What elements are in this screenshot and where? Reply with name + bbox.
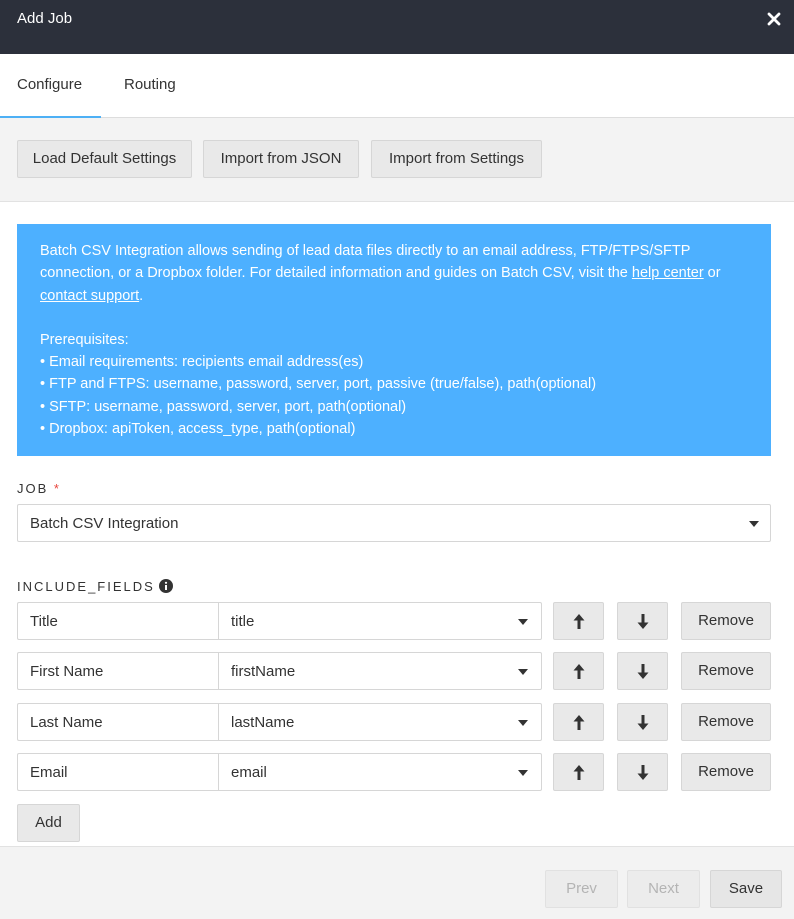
- prerequisites-title: Prerequisites:: [40, 331, 129, 348]
- move-down-button[interactable]: [617, 652, 668, 690]
- field-row-last-name: Last Name lastName Remove: [17, 703, 771, 741]
- caret-down-icon: [749, 521, 759, 527]
- move-up-button[interactable]: [553, 703, 604, 741]
- settings-toolbar: Load Default Settings Import from JSON I…: [0, 118, 794, 202]
- modal-title: Add Job: [17, 10, 73, 27]
- field-value-select[interactable]: title: [218, 602, 542, 640]
- next-button[interactable]: Next: [627, 870, 700, 908]
- field-value-select[interactable]: firstName: [218, 652, 542, 690]
- load-default-settings-button[interactable]: Load Default Settings: [17, 140, 192, 178]
- arrow-down-icon: [637, 664, 649, 679]
- field-value-text: lastName: [231, 714, 295, 731]
- arrow-up-icon: [573, 715, 585, 730]
- field-value-text: firstName: [231, 663, 296, 680]
- import-from-settings-button[interactable]: Import from Settings: [371, 140, 542, 178]
- move-up-button[interactable]: [553, 652, 604, 690]
- job-select-value: Batch CSV Integration: [30, 515, 179, 532]
- field-value-select[interactable]: email: [218, 753, 542, 791]
- tab-configure[interactable]: Configure: [0, 54, 101, 118]
- caret-down-icon: [518, 770, 528, 776]
- info-intro-text-3: .: [139, 287, 144, 304]
- field-value-select[interactable]: lastName: [218, 703, 542, 741]
- field-row-email: Email email Remove: [17, 753, 771, 791]
- job-label-text: JOB: [17, 481, 49, 496]
- caret-down-icon: [518, 619, 528, 625]
- field-row-title: Title title Remove: [17, 602, 771, 640]
- info-panel: Batch CSV Integration allows sending of …: [17, 224, 771, 456]
- required-marker: *: [53, 481, 61, 496]
- save-button[interactable]: Save: [710, 870, 782, 908]
- field-row-first-name: First Name firstName Remove: [17, 652, 771, 690]
- arrow-up-icon: [573, 664, 585, 679]
- help-center-link[interactable]: help center: [632, 265, 704, 281]
- field-label-input[interactable]: Title: [17, 602, 219, 640]
- info-intro: Batch CSV Integration allows sending of …: [40, 240, 751, 307]
- info-intro-text: Batch CSV Integration allows sending of …: [40, 243, 691, 282]
- prerequisite-item: • Dropbox: apiToken, access_type, path(o…: [40, 421, 356, 438]
- job-select[interactable]: Batch CSV Integration: [17, 504, 771, 542]
- move-up-button[interactable]: [553, 753, 604, 791]
- close-button[interactable]: [764, 7, 784, 29]
- field-label-input[interactable]: Email: [17, 753, 219, 791]
- info-intro-text-2: or: [703, 265, 721, 282]
- arrow-up-icon: [573, 765, 585, 780]
- field-label-input[interactable]: Last Name: [17, 703, 219, 741]
- remove-field-button[interactable]: Remove: [681, 753, 771, 791]
- arrow-down-icon: [637, 715, 649, 730]
- move-up-button[interactable]: [553, 602, 604, 640]
- field-value-text: title: [231, 613, 255, 630]
- modal-footer: Prev Next Save: [0, 846, 794, 919]
- arrow-down-icon: [637, 765, 649, 780]
- modal-header: Add Job: [0, 0, 794, 54]
- remove-field-button[interactable]: Remove: [681, 703, 771, 741]
- remove-field-button[interactable]: Remove: [681, 652, 771, 690]
- caret-down-icon: [518, 720, 528, 726]
- remove-field-button[interactable]: Remove: [681, 602, 771, 640]
- arrow-up-icon: [573, 614, 585, 629]
- include-fields-label: INCLUDE_FIELDS: [17, 579, 173, 594]
- prev-button[interactable]: Prev: [545, 870, 618, 908]
- close-icon: [767, 12, 781, 26]
- add-field-button[interactable]: Add: [17, 804, 80, 842]
- caret-down-icon: [518, 669, 528, 675]
- move-down-button[interactable]: [617, 753, 668, 791]
- move-down-button[interactable]: [617, 703, 668, 741]
- job-label: JOB *: [17, 481, 61, 496]
- prerequisite-item: • SFTP: username, password, server, port…: [40, 398, 407, 415]
- tab-routing[interactable]: Routing: [107, 54, 193, 118]
- prerequisite-item: • FTP and FTPS: username, password, serv…: [40, 376, 597, 393]
- include-fields-label-text: INCLUDE_FIELDS: [17, 579, 155, 594]
- import-from-json-button[interactable]: Import from JSON: [203, 140, 359, 178]
- arrow-down-icon: [637, 614, 649, 629]
- info-icon[interactable]: [158, 579, 173, 593]
- contact-support-link[interactable]: contact support: [40, 288, 139, 304]
- tab-bar: Configure Routing: [0, 54, 794, 118]
- field-value-text: email: [231, 764, 267, 781]
- move-down-button[interactable]: [617, 602, 668, 640]
- prerequisite-item: • Email requirements: recipients email a…: [40, 354, 364, 371]
- field-label-input[interactable]: First Name: [17, 652, 219, 690]
